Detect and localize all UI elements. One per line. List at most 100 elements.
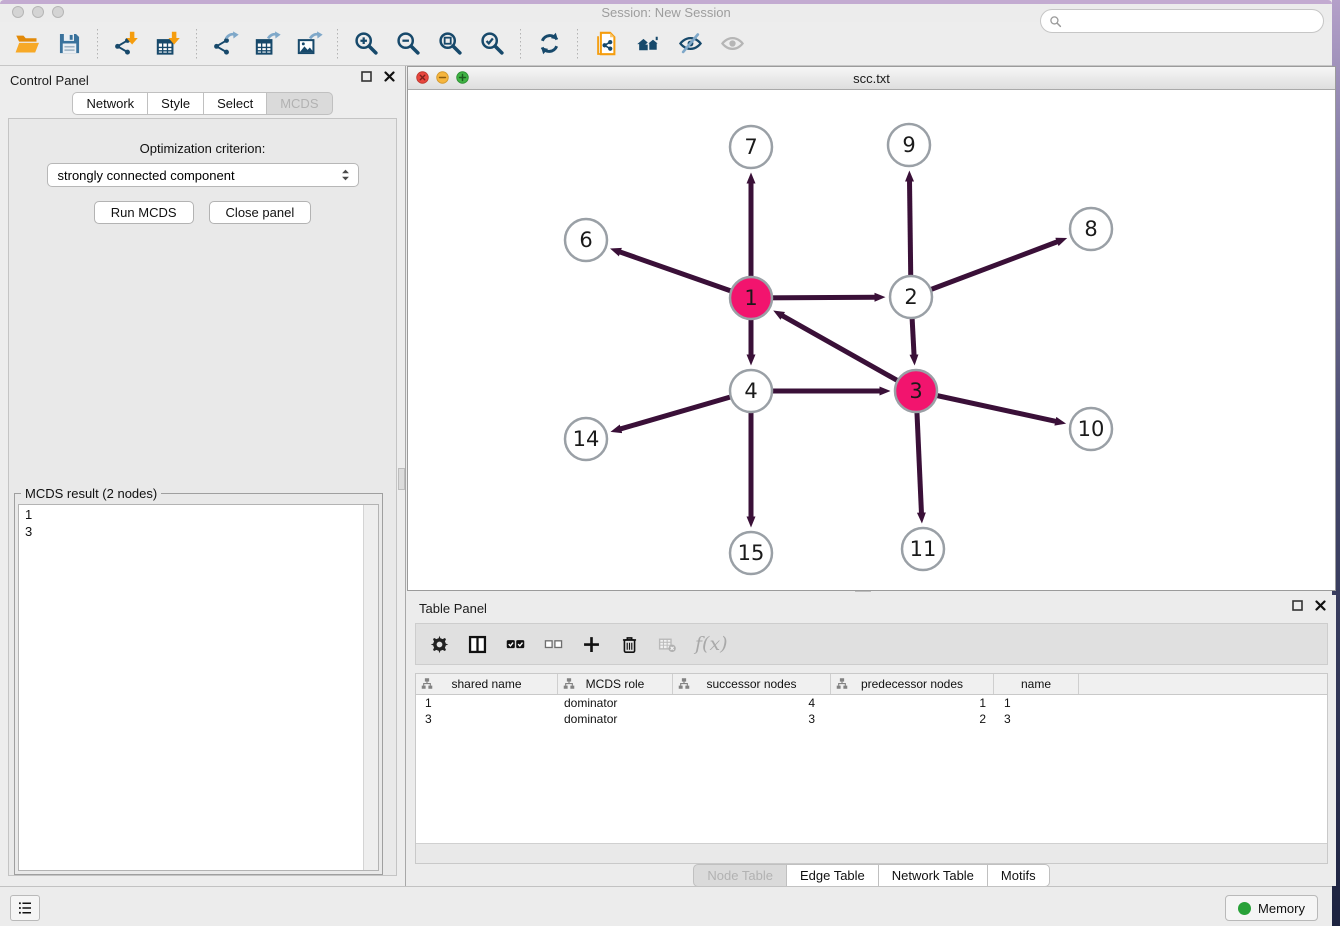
network-window-titlebar[interactable]: scc.txt: [408, 67, 1335, 90]
svg-text:4: 4: [744, 379, 757, 403]
graph-node-11[interactable]: 11: [902, 528, 944, 570]
panel-splitter-handle[interactable]: [398, 468, 405, 490]
run-mcds-button[interactable]: Run MCDS: [94, 201, 194, 224]
toolbar-separator: [520, 29, 521, 59]
zoom-out-icon[interactable]: [391, 27, 425, 61]
tab-edge-table[interactable]: Edge Table: [786, 864, 879, 887]
table-cell[interactable]: dominator: [558, 695, 673, 711]
close-panel-icon[interactable]: [384, 71, 395, 82]
table-cell[interactable]: 1: [416, 695, 558, 711]
graph-node-14[interactable]: 14: [565, 418, 607, 460]
import-network-icon[interactable]: [109, 27, 143, 61]
column-header-shared-name[interactable]: shared name: [416, 674, 558, 694]
memory-status-dot: [1238, 902, 1251, 915]
delete-table-icon: [657, 634, 678, 655]
graph-node-4[interactable]: 4: [730, 370, 772, 412]
svg-text:11: 11: [910, 537, 937, 561]
table-footer-strip: [416, 843, 1327, 863]
result-line: 1: [25, 506, 357, 523]
optimization-criterion-value: strongly connected component: [58, 168, 341, 183]
search-box[interactable]: [1040, 9, 1324, 33]
show-neighbors-icon[interactable]: [631, 27, 665, 61]
graph-node-15[interactable]: 15: [730, 532, 772, 574]
export-table-icon[interactable]: [250, 27, 284, 61]
network-graph[interactable]: 7 9 6 8 1 2 4 3 14 10 15 11: [408, 90, 1335, 590]
close-panel-button[interactable]: Close panel: [209, 201, 312, 224]
hide-selected-icon[interactable]: [673, 27, 707, 61]
svg-text:6: 6: [579, 228, 592, 252]
table-cell[interactable]: 3: [994, 711, 1079, 727]
select-chevrons-icon: [341, 169, 350, 181]
save-session-icon[interactable]: [52, 27, 86, 61]
delete-column-icon[interactable]: [619, 634, 640, 655]
toolbar-separator: [97, 29, 98, 59]
result-scrollbar[interactable]: [363, 505, 378, 870]
table-cell[interactable]: 3: [673, 711, 831, 727]
graph-node-8[interactable]: 8: [1070, 208, 1112, 250]
tab-mcds[interactable]: MCDS: [266, 92, 332, 115]
tab-network-table[interactable]: Network Table: [878, 864, 988, 887]
table-cell[interactable]: 1: [831, 695, 994, 711]
toolbar-separator: [196, 29, 197, 59]
network-view-title: scc.txt: [408, 71, 1335, 86]
zoom-fit-icon[interactable]: [433, 27, 467, 61]
tab-style[interactable]: Style: [147, 92, 204, 115]
tab-select[interactable]: Select: [203, 92, 267, 115]
tab-network[interactable]: Network: [72, 92, 148, 115]
table-settings-icon[interactable]: [429, 634, 450, 655]
svg-text:3: 3: [909, 379, 922, 403]
graph-edge-3-1[interactable]: [782, 315, 917, 391]
toolbar-separator: [337, 29, 338, 59]
mcds-result-textarea[interactable]: 13: [18, 504, 379, 871]
table-panel-title: Table Panel: [419, 601, 487, 616]
select-all-icon[interactable]: [505, 634, 526, 655]
result-line: 3: [25, 523, 357, 540]
column-visibility-icon[interactable]: [467, 634, 488, 655]
network-graph-canvas[interactable]: 7 9 6 8 1 2 4 3 14 10 15 11: [408, 90, 1335, 590]
add-column-icon[interactable]: [581, 634, 602, 655]
table-cell[interactable]: 2: [831, 711, 994, 727]
table-cell[interactable]: dominator: [558, 711, 673, 727]
control-panel: Control Panel NetworkStyleSelectMCDS Opt…: [0, 66, 406, 886]
memory-button[interactable]: Memory: [1225, 895, 1318, 921]
apply-layout-icon[interactable]: [532, 27, 566, 61]
table-cell[interactable]: 3: [416, 711, 558, 727]
tab-motifs[interactable]: Motifs: [987, 864, 1050, 887]
search-input[interactable]: [1067, 13, 1323, 30]
export-network-icon[interactable]: [208, 27, 242, 61]
graph-node-9[interactable]: 9: [888, 124, 930, 166]
clone-network-icon[interactable]: [589, 27, 623, 61]
control-panel-tabs: NetworkStyleSelectMCDS: [0, 92, 405, 115]
svg-text:10: 10: [1078, 417, 1105, 441]
float-panel-icon[interactable]: [361, 71, 372, 82]
table-row[interactable]: 1dominator411: [416, 695, 1327, 711]
graph-node-7[interactable]: 7: [730, 126, 772, 168]
graph-node-1[interactable]: 1: [730, 277, 772, 319]
table-panel: Table Panel f(x) shared nameMCDS rolesuc…: [407, 595, 1336, 886]
open-session-icon[interactable]: [10, 27, 44, 61]
import-table-icon[interactable]: [151, 27, 185, 61]
export-image-icon[interactable]: [292, 27, 326, 61]
graph-node-10[interactable]: 10: [1070, 408, 1112, 450]
column-header-successor-nodes[interactable]: successor nodes: [673, 674, 831, 694]
graph-node-2[interactable]: 2: [890, 276, 932, 318]
graph-node-3[interactable]: 3: [895, 370, 937, 412]
zoom-selected-icon[interactable]: [475, 27, 509, 61]
table-toolbar: f(x): [415, 623, 1328, 665]
column-header-name[interactable]: name: [994, 674, 1079, 694]
close-table-panel-icon[interactable]: [1315, 600, 1326, 611]
table-cell[interactable]: 4: [673, 695, 831, 711]
deselect-all-icon[interactable]: [543, 634, 564, 655]
optimization-criterion-select[interactable]: strongly connected component: [47, 163, 359, 187]
column-header-MCDS-role[interactable]: MCDS role: [558, 674, 673, 694]
control-panel-title: Control Panel: [10, 73, 89, 88]
graph-edge-2-8[interactable]: [911, 241, 1058, 297]
table-cell[interactable]: 1: [994, 695, 1079, 711]
zoom-in-icon[interactable]: [349, 27, 383, 61]
task-history-button[interactable]: [10, 895, 40, 921]
tab-node-table[interactable]: Node Table: [693, 864, 787, 887]
column-header-predecessor-nodes[interactable]: predecessor nodes: [831, 674, 994, 694]
table-row[interactable]: 3dominator323: [416, 711, 1327, 727]
graph-node-6[interactable]: 6: [565, 219, 607, 261]
float-table-panel-icon[interactable]: [1292, 600, 1303, 611]
